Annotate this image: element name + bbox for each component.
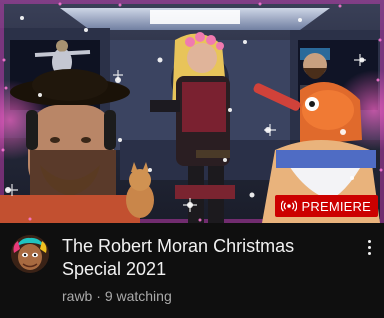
meta-separator: ·: [96, 288, 101, 304]
video-title[interactable]: The Robert Moran Christmas Special 2021: [62, 235, 352, 281]
channel-avatar[interactable]: [11, 235, 49, 273]
video-metadata: The Robert Moran Christmas Special 2021 …: [0, 223, 384, 318]
video-thumbnail[interactable]: PREMIERE: [0, 0, 384, 223]
channel-name[interactable]: rawb: [62, 288, 92, 304]
video-subtitle: rawb · 9 watching: [62, 287, 172, 305]
premiere-badge: PREMIERE: [275, 195, 378, 217]
more-vert-icon[interactable]: [360, 235, 378, 259]
thumbnail-image: [0, 0, 384, 223]
live-broadcast-icon: [281, 200, 298, 212]
channel-avatar-image: [11, 235, 49, 273]
premiere-label: PREMIERE: [301, 198, 371, 214]
video-card[interactable]: PREMIERE The Robert Moran Christmas Spec…: [0, 0, 384, 318]
watching-count: 9 watching: [104, 288, 172, 304]
